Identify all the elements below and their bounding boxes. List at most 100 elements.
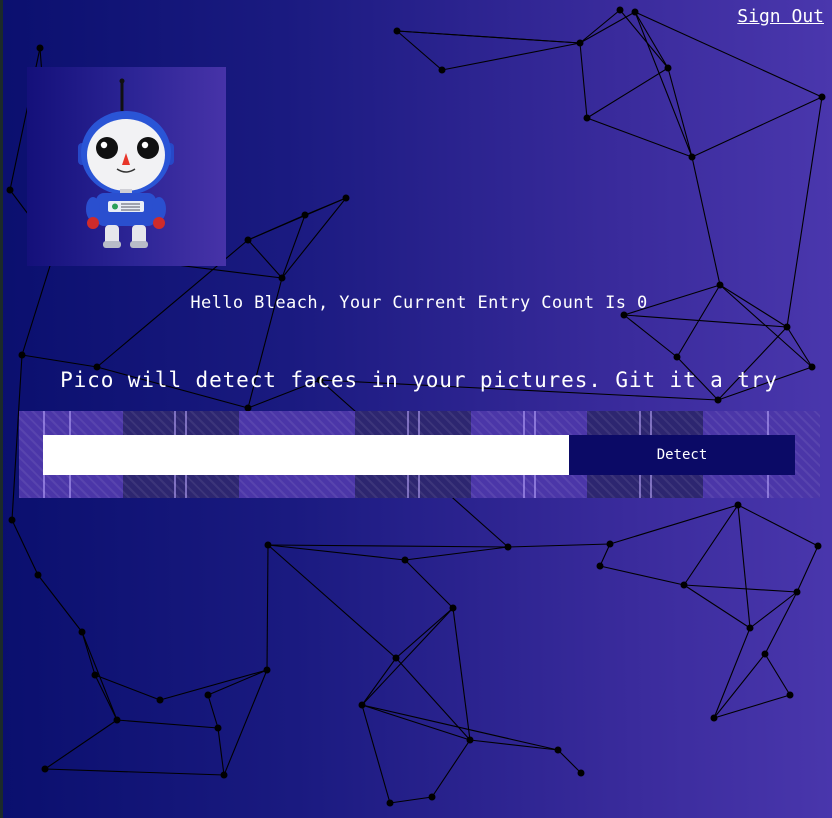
network-line [749, 591, 798, 629]
network-node [673, 353, 681, 361]
network-line [599, 543, 611, 567]
network-node [554, 746, 562, 754]
network-line [404, 546, 509, 561]
network-node [576, 39, 584, 47]
network-node [244, 236, 252, 244]
network-node [438, 66, 446, 74]
network-line [599, 565, 685, 586]
network-line [586, 67, 669, 119]
network-line [507, 543, 611, 548]
network-line [683, 584, 751, 629]
network-line [247, 214, 306, 241]
network-node [606, 540, 614, 548]
network-line [159, 669, 268, 701]
network-line [764, 653, 791, 696]
network-node [664, 64, 672, 72]
network-node [156, 696, 164, 704]
network-node [392, 654, 400, 662]
network-line [796, 545, 819, 593]
network-node [393, 27, 401, 35]
image-url-input[interactable] [43, 435, 569, 475]
network-node [8, 516, 16, 524]
robot-logo [27, 67, 226, 266]
network-line [247, 239, 283, 279]
network-node [263, 666, 271, 674]
network-node [688, 153, 696, 161]
network-line [619, 9, 669, 69]
network-node [466, 736, 474, 744]
network-line [764, 591, 798, 655]
network-line [44, 768, 225, 776]
network-line [361, 657, 397, 706]
network-line [267, 544, 406, 561]
network-line [361, 704, 559, 751]
network-node [577, 769, 585, 777]
network-line [441, 42, 581, 71]
network-node [714, 396, 722, 404]
detect-button[interactable]: Detect [569, 435, 795, 475]
network-node [220, 771, 228, 779]
network-line [395, 607, 454, 659]
network-line [586, 117, 693, 158]
network-line [609, 504, 739, 545]
network-node [18, 351, 26, 359]
network-node [6, 186, 14, 194]
network-line [623, 314, 788, 328]
robot-icon [78, 78, 174, 248]
network-line [267, 544, 509, 548]
network-line [81, 631, 96, 676]
network-node [428, 793, 436, 801]
network-line [713, 694, 791, 719]
network-line [713, 653, 766, 719]
network-node [301, 211, 309, 219]
network-node [78, 628, 86, 636]
network-line [469, 739, 559, 751]
network-node [264, 541, 272, 549]
network-line [11, 519, 39, 576]
network-line [579, 9, 621, 44]
network-node [583, 114, 591, 122]
network-line [431, 739, 471, 798]
network-line [266, 544, 269, 671]
network-node [386, 799, 394, 807]
network-line [683, 584, 798, 593]
network-line [579, 11, 636, 44]
network-node [342, 194, 350, 202]
network-node [113, 716, 121, 724]
tagline-text: Pico will detect faces in your pictures.… [60, 368, 778, 392]
network-line [713, 627, 751, 719]
network-line [396, 30, 581, 44]
network-node [818, 93, 826, 101]
network-line [667, 67, 693, 158]
network-line [691, 156, 721, 286]
network-node [631, 8, 639, 16]
network-node [214, 724, 222, 732]
network-node [783, 323, 791, 331]
greeting-text: Hello Bleach, Your Current Entry Count I… [190, 293, 648, 313]
network-line [623, 314, 678, 358]
network-line [452, 607, 471, 741]
network-node [278, 274, 286, 282]
network-line [44, 719, 118, 770]
network-node [401, 556, 409, 564]
network-node [814, 542, 822, 550]
network-node [761, 650, 769, 658]
network-node [504, 543, 512, 551]
network-node [710, 714, 718, 722]
network-line [786, 326, 813, 368]
network-line [579, 42, 588, 119]
network-line [634, 11, 669, 69]
network-node [449, 604, 457, 612]
network-node [36, 44, 44, 52]
network-line [267, 544, 397, 659]
network-node [34, 571, 42, 579]
network-node [786, 691, 794, 699]
network-line [116, 719, 219, 729]
network-line [737, 504, 751, 629]
network-line [94, 674, 161, 701]
network-node [616, 6, 624, 14]
network-node [358, 701, 366, 709]
network-line [691, 96, 823, 158]
sign-out-link[interactable]: Sign Out [737, 6, 824, 27]
network-line [281, 197, 347, 279]
